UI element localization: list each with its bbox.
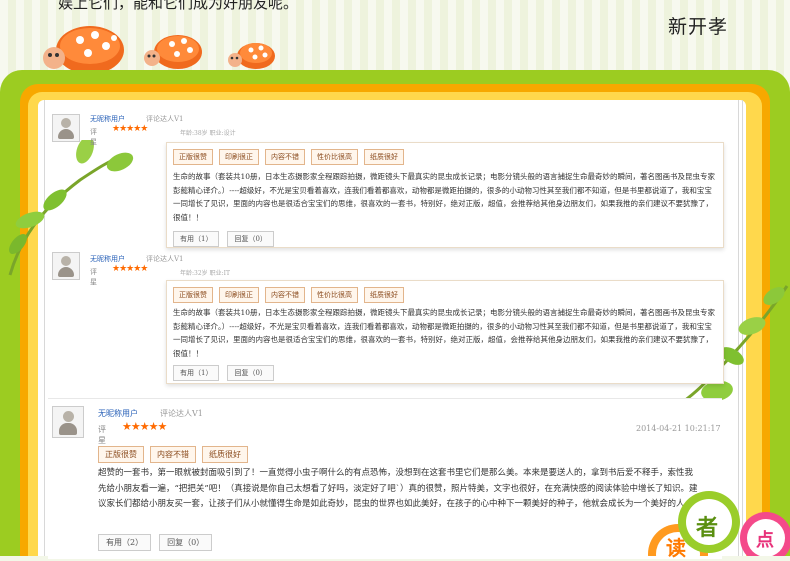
rating-label: 评星: [98, 425, 106, 445]
username-link[interactable]: 无昵称用户: [90, 114, 125, 124]
user-meta: 年龄:38岁 职业:设计: [180, 130, 236, 137]
review-actions: 有用（2） 回复（0）: [98, 534, 213, 551]
useful-button[interactable]: 有用（2）: [98, 534, 152, 551]
review-tag: 印刷很正: [219, 287, 259, 303]
badge-char: 者: [696, 516, 719, 541]
review-tag: 内容不错: [150, 446, 196, 463]
intro-text: 娱上它们，能和它们成为好朋友呢。: [58, 0, 299, 12]
avatar[interactable]: [52, 252, 80, 280]
review-content: 超赞的一套书，第一眼就被封面吸引到了！一直觉得小虫子啊什么的有点恐怖，没想到在这…: [98, 468, 698, 509]
star-rating: ★★★★★: [112, 264, 148, 274]
review-box: 正版很赞 印刷很正 内容不错 性价比很高 纸质很好 生命的故事（套装共10册，日…: [166, 142, 724, 248]
review-tag: 印刷很正: [219, 149, 259, 165]
ladybug-large-icon: [43, 26, 124, 75]
user-level: 评论达人V1: [146, 115, 184, 123]
review-tag: 性价比很高: [311, 287, 358, 303]
tag-list: 正版很赞 印刷很正 内容不错 性价比很高 纸质很好: [173, 149, 404, 165]
ladybug-small-icon: [228, 43, 275, 69]
review-timestamp: 2014-04-21 10:21:17: [636, 424, 721, 433]
review-tag: 性价比很高: [311, 149, 358, 165]
username-link[interactable]: 无昵称用户: [98, 408, 138, 419]
review-tag: 内容不错: [265, 287, 305, 303]
rating-label: 评星: [90, 268, 97, 286]
review-tag: 纸质很好: [202, 446, 248, 463]
useful-button[interactable]: 有用（1）: [173, 231, 220, 247]
user-meta: 年龄:32岁 职业:IT: [180, 270, 230, 277]
review-tag: 正版很赞: [98, 446, 144, 463]
review-tag: 纸质很好: [364, 149, 404, 165]
review-tag: 正版很赞: [173, 149, 213, 165]
reply-button[interactable]: 回复（0）: [159, 534, 213, 551]
badge-char: 点: [756, 530, 774, 551]
review-content: 生命的故事（套装共10册，日本生态摄影家全程跟踪拍摄，微距镜头下最真实的昆虫成长…: [173, 172, 716, 222]
avatar[interactable]: [52, 114, 80, 142]
tag-list: 正版很赞 内容不错 纸质很好: [98, 446, 248, 463]
review-box: 正版很赞 印刷很正 内容不错 性价比很高 纸质很好 生命的故事（套装共10册，日…: [166, 280, 724, 384]
author-name: 新开孝: [668, 16, 729, 38]
ladybug-medium-icon: [144, 35, 202, 69]
star-rating: ★★★★★: [112, 124, 148, 134]
user-level: 评论达人V1: [146, 255, 184, 263]
tag-list: 正版很赞 印刷很正 内容不错 性价比很高 纸质很好: [173, 287, 404, 303]
rating-label: 评星: [90, 128, 97, 146]
review-tag: 内容不错: [265, 149, 305, 165]
review-tag: 正版很赞: [173, 287, 213, 303]
reply-button[interactable]: 回复（0）: [227, 231, 274, 247]
reply-button[interactable]: 回复（0）: [227, 365, 274, 381]
review-actions: 有用（1） 回复（0）: [173, 365, 274, 381]
username-link[interactable]: 无昵称用户: [90, 254, 125, 264]
useful-button[interactable]: 有用（1）: [173, 365, 220, 381]
review-actions: 有用（1） 回复（0）: [173, 231, 274, 247]
star-rating: ★★★★★: [122, 420, 167, 433]
avatar[interactable]: [52, 406, 84, 438]
review-content: 生命的故事（套装共10册，日本生态摄影家全程跟踪拍摄，微距镜头下最真实的昆虫成长…: [173, 308, 716, 358]
review-tag: 纸质很好: [364, 287, 404, 303]
user-level: 评论达人V1: [160, 409, 203, 418]
